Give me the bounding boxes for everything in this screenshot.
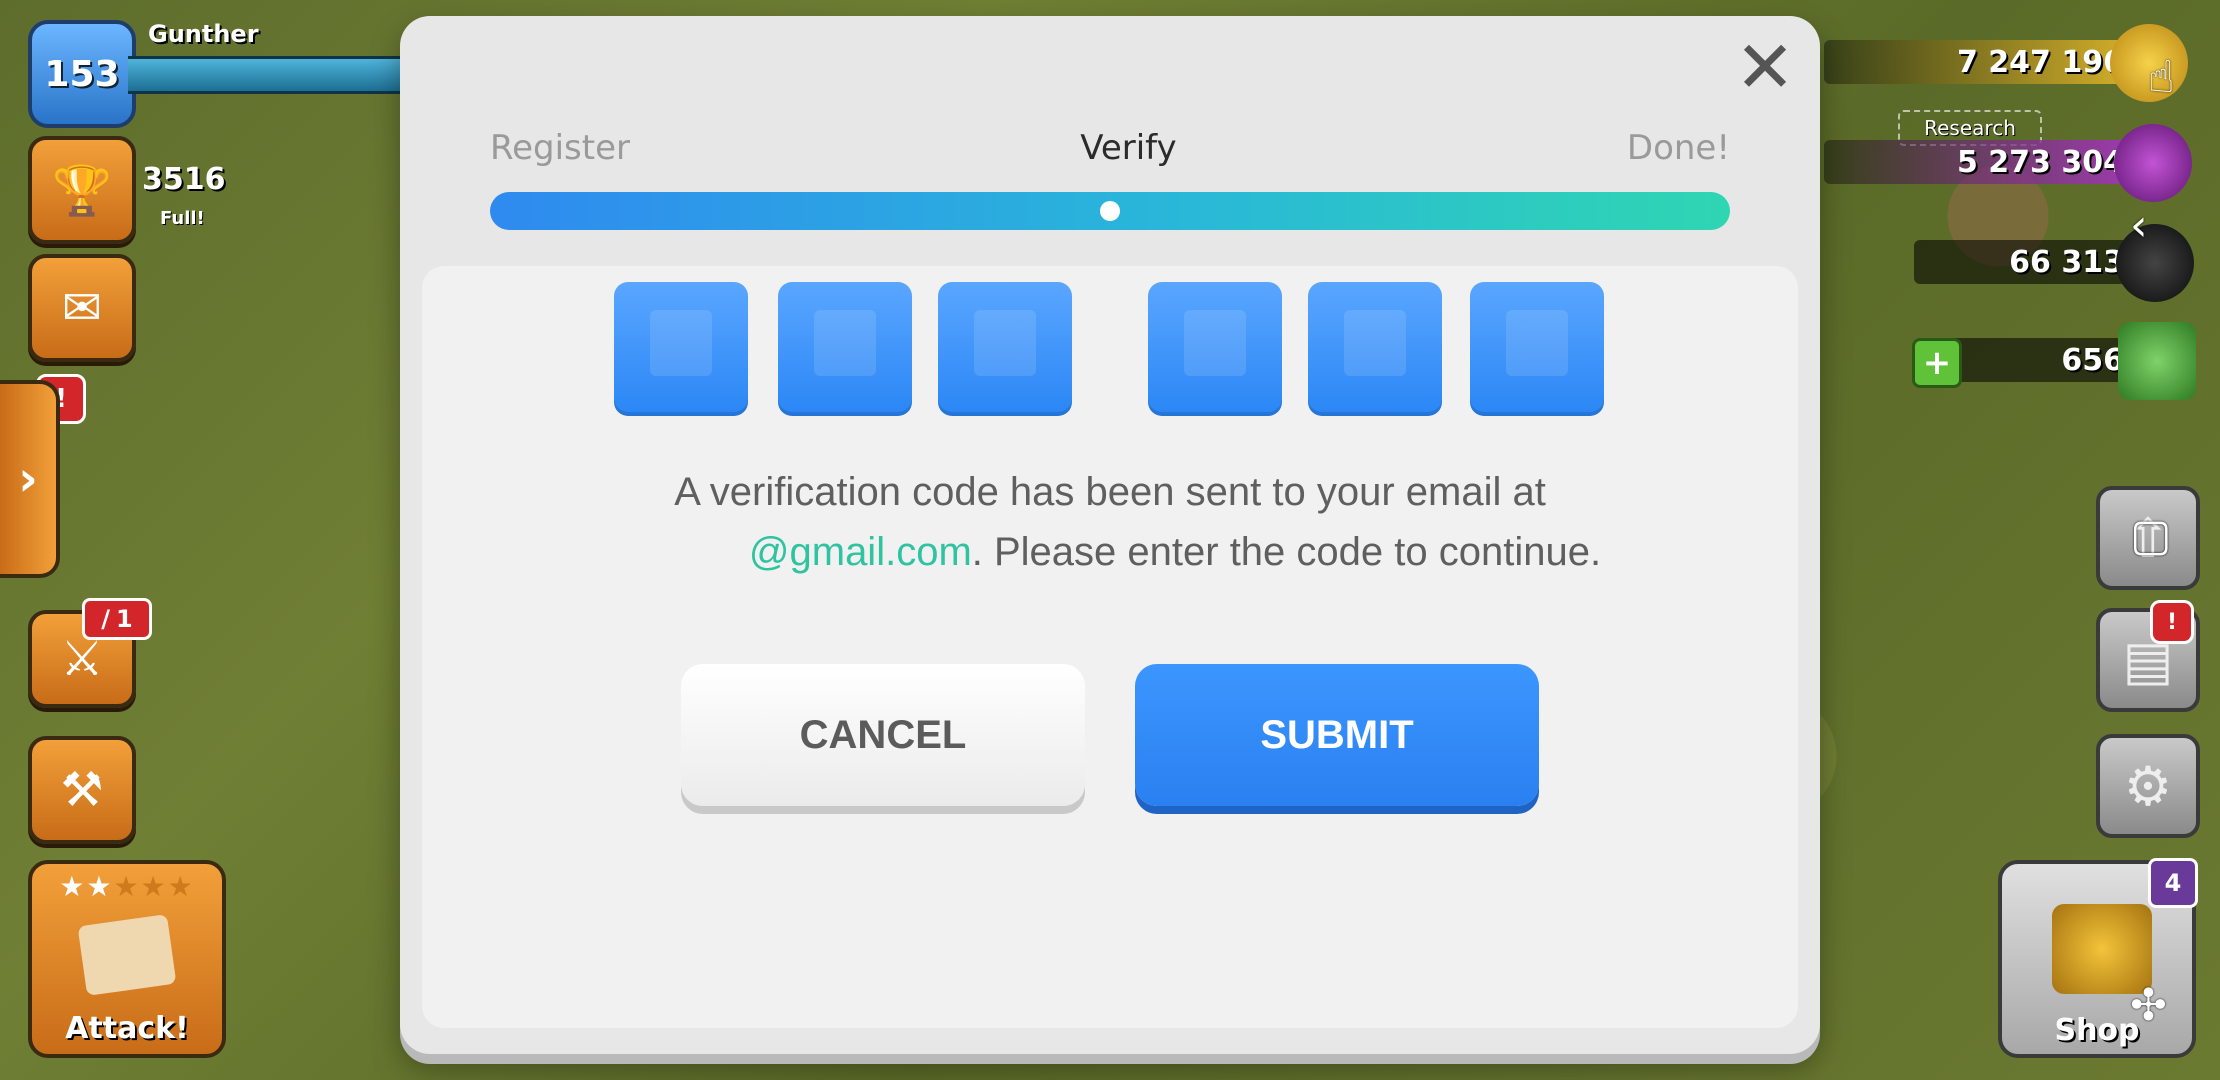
progress-bar bbox=[490, 192, 1730, 230]
window-icon[interactable]: ▢ bbox=[2130, 510, 2172, 561]
gem-icon bbox=[2118, 322, 2196, 400]
news-alert-badge: ! bbox=[2150, 600, 2194, 644]
gems-amount: 656 bbox=[2061, 342, 2124, 378]
message-continue: . Please enter the code to continue. bbox=[971, 530, 1602, 574]
star-icon: ★ bbox=[113, 870, 141, 903]
star-icon: ★ bbox=[167, 870, 195, 903]
dialog-body: A verification code has been sent to you… bbox=[422, 266, 1798, 1028]
mail-button[interactable]: ✉ bbox=[28, 254, 136, 362]
star-icon: ★ bbox=[140, 870, 168, 903]
full-label: Full! bbox=[160, 208, 205, 229]
step-indicator: Register Verify Done! bbox=[490, 126, 1730, 170]
message-line-1: A verification code has been sent to you… bbox=[674, 470, 1546, 514]
code-digit-3[interactable] bbox=[938, 282, 1072, 416]
step-done: Done! bbox=[1626, 128, 1730, 168]
hammer-icon: ⚒ bbox=[60, 762, 104, 818]
code-digit-6[interactable] bbox=[1470, 282, 1604, 416]
xp-bar bbox=[128, 56, 411, 94]
sword-icon: / bbox=[101, 605, 111, 633]
gold-bar: 7 247 196 bbox=[1824, 40, 2142, 84]
attack-stars: ★★★★★ bbox=[32, 870, 222, 903]
settings-button[interactable]: ⚙ bbox=[2096, 734, 2200, 838]
attack-label: Attack! bbox=[65, 1011, 189, 1046]
verification-dialog: ✕ Register Verify Done! A verification c… bbox=[400, 16, 1820, 1054]
elixir-amount: 5 273 304 bbox=[1956, 144, 2124, 180]
envelope-icon: ✉ bbox=[61, 280, 103, 336]
dark-elixir-drop-icon bbox=[2116, 224, 2194, 302]
side-tab-toggle[interactable]: › bbox=[0, 380, 60, 578]
cancel-button[interactable]: CANCEL bbox=[681, 664, 1085, 806]
trophy-button[interactable]: 🏆 bbox=[28, 136, 136, 244]
add-gems-button[interactable]: + bbox=[1912, 338, 1962, 388]
email-address: @gmail.com bbox=[748, 530, 972, 574]
shop-count-badge: 4 bbox=[2148, 858, 2198, 908]
message-line-2: @gmail.com. Please enter the code to con… bbox=[422, 522, 1798, 582]
map-icon bbox=[77, 914, 177, 996]
code-input-row bbox=[422, 282, 1798, 416]
touch-icon[interactable]: ☝ bbox=[2148, 52, 2175, 103]
submit-button[interactable]: SUBMIT bbox=[1135, 664, 1539, 806]
close-button[interactable]: ✕ bbox=[1730, 31, 1800, 103]
gold-amount: 7 247 196 bbox=[1956, 44, 2124, 80]
trophy-icon: 🏆 bbox=[52, 162, 112, 219]
trophy-count: 3516 bbox=[142, 162, 226, 197]
star-icon: ★ bbox=[59, 870, 87, 903]
plus-icon: + bbox=[1922, 343, 1952, 383]
dark-elixir-amount: 66 313 bbox=[2009, 244, 2124, 280]
dark-elixir-bar: 66 313 bbox=[1914, 240, 2142, 284]
chevron-right-icon: › bbox=[18, 451, 38, 507]
star-icon: ★ bbox=[86, 870, 114, 903]
elixir-bar: 5 273 304 bbox=[1824, 140, 2142, 184]
back-arrow-icon[interactable]: ‹ bbox=[2130, 200, 2148, 251]
close-icon: ✕ bbox=[1734, 25, 1796, 109]
verification-message: A verification code has been sent to you… bbox=[422, 462, 1798, 582]
gamepad-icon[interactable]: ✣ bbox=[2130, 980, 2167, 1031]
attack-button[interactable]: ★★★★★ Attack! bbox=[28, 860, 226, 1058]
war-sword-count: 1 bbox=[116, 605, 133, 633]
player-level: 153 bbox=[44, 53, 120, 95]
code-digit-4[interactable] bbox=[1148, 282, 1282, 416]
elixir-drop-icon bbox=[2114, 124, 2192, 202]
code-digit-2[interactable] bbox=[778, 282, 912, 416]
step-register: Register bbox=[490, 128, 630, 168]
gear-icon: ⚙ bbox=[2123, 754, 2173, 818]
code-digit-5[interactable] bbox=[1308, 282, 1442, 416]
code-digit-1[interactable] bbox=[614, 282, 748, 416]
player-level-badge[interactable]: 153 bbox=[28, 20, 136, 128]
builder-button[interactable]: ⚒ bbox=[28, 736, 136, 844]
step-verify: Verify bbox=[1080, 128, 1177, 168]
war-sword-badge: / 1 bbox=[82, 598, 152, 640]
progress-knob bbox=[1100, 201, 1120, 221]
player-name: Gunther bbox=[148, 20, 259, 48]
